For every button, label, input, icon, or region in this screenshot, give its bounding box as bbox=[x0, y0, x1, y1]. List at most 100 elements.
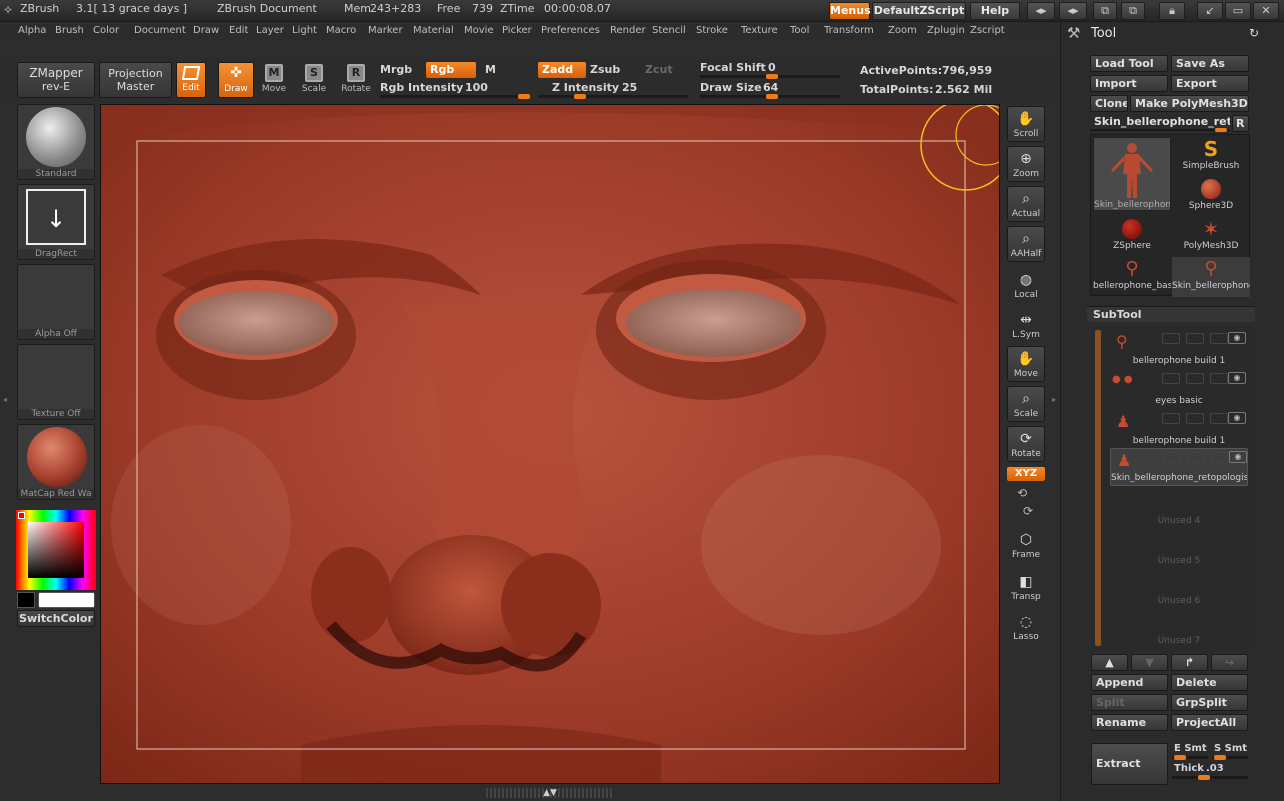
zoom-button[interactable]: ⊕ Zoom bbox=[1007, 146, 1045, 182]
menu-light[interactable]: Light bbox=[292, 25, 317, 36]
load-tool-button[interactable]: Load Tool bbox=[1090, 55, 1168, 72]
dock-left-icon[interactable]: ⧉ bbox=[1093, 2, 1117, 20]
subtool-scrollbar[interactable] bbox=[1095, 330, 1101, 646]
draw-button[interactable]: ✜ Draw bbox=[218, 62, 254, 98]
tray-right-icon[interactable]: ◂▸ bbox=[1059, 2, 1087, 20]
menu-preferences[interactable]: Preferences bbox=[541, 25, 600, 36]
visibility-eye-icon[interactable]: ◉ bbox=[1229, 451, 1247, 463]
menu-macro[interactable]: Macro bbox=[326, 25, 356, 36]
color-saturation-box[interactable] bbox=[28, 522, 84, 578]
menu-document[interactable]: Document bbox=[134, 25, 186, 36]
rgb-intensity-knob[interactable] bbox=[518, 94, 530, 99]
dock-right-icon[interactable]: ⧉ bbox=[1121, 2, 1145, 20]
forward-arrow-icon[interactable]: ↪ bbox=[1211, 654, 1248, 671]
menu-brush[interactable]: Brush bbox=[55, 25, 84, 36]
focal-shift-knob[interactable] bbox=[766, 74, 778, 79]
menu-stencil[interactable]: Stencil bbox=[652, 25, 686, 36]
visibility-eye-icon[interactable]: ◉ bbox=[1228, 332, 1246, 344]
menu-picker[interactable]: Picker bbox=[502, 25, 532, 36]
help-button[interactable]: Help bbox=[970, 2, 1020, 20]
draw-size-knob[interactable] bbox=[766, 94, 778, 99]
menus-button[interactable]: Menus bbox=[829, 2, 871, 20]
m-button[interactable]: M bbox=[485, 63, 496, 76]
s-smt-slider[interactable] bbox=[1212, 755, 1248, 760]
menu-transform[interactable]: Transform bbox=[824, 25, 874, 36]
menu-color[interactable]: Color bbox=[93, 25, 119, 36]
viewport-canvas[interactable] bbox=[100, 104, 1000, 784]
aahalf-button[interactable]: ⌕ AAHalf bbox=[1007, 226, 1045, 262]
z-intensity-knob[interactable] bbox=[574, 94, 586, 99]
texture-thumbnail[interactable]: Texture Off bbox=[17, 344, 95, 420]
zcut-button[interactable]: Zcut bbox=[645, 63, 673, 76]
s-smt-knob[interactable] bbox=[1214, 755, 1226, 760]
right-collapse-handle[interactable]: ▸ bbox=[1052, 395, 1058, 425]
rgb-button[interactable]: Rgb bbox=[426, 62, 476, 78]
lock-icon[interactable]: 🔒︎ bbox=[1159, 2, 1185, 20]
default-zscript-button[interactable]: DefaultZScript bbox=[872, 2, 966, 20]
refresh-icon[interactable]: ↻ bbox=[1249, 26, 1259, 40]
menu-stroke[interactable]: Stroke bbox=[696, 25, 728, 36]
tray-left-icon[interactable]: ◂▸ bbox=[1027, 2, 1055, 20]
actual-button[interactable]: ⌕ Actual bbox=[1007, 186, 1045, 222]
menu-tool[interactable]: Tool bbox=[790, 25, 809, 36]
transp-button[interactable]: ◧ Transp bbox=[1007, 570, 1045, 606]
menu-layer[interactable]: Layer bbox=[256, 25, 284, 36]
scroll-button[interactable]: ✋ Scroll bbox=[1007, 106, 1045, 142]
rotate-button[interactable]: R Rotate bbox=[339, 64, 373, 94]
subtool-row[interactable]: ● ● ◉ eyes basic bbox=[1110, 370, 1248, 408]
menu-zoom[interactable]: Zoom bbox=[888, 25, 917, 36]
append-button[interactable]: Append bbox=[1091, 674, 1168, 691]
zmapper-button[interactable]: ZMapper rev-E bbox=[17, 62, 95, 98]
save-as-button[interactable]: Save As bbox=[1171, 55, 1249, 72]
current-tool-name[interactable]: Skin_bellerophone_reto bbox=[1090, 115, 1230, 131]
secondary-color-swatch[interactable] bbox=[38, 592, 95, 608]
make-polymesh3d-button[interactable]: Make PolyMesh3D bbox=[1130, 95, 1249, 112]
menu-texture[interactable]: Texture bbox=[741, 25, 778, 36]
subtool-row-unused[interactable]: Unused 4 bbox=[1110, 490, 1248, 528]
import-button[interactable]: Import bbox=[1090, 75, 1168, 92]
grpsplit-button[interactable]: GrpSplit bbox=[1171, 694, 1248, 711]
canvas-bottom-handle[interactable]: ▲▼ bbox=[486, 788, 614, 798]
lsym-button[interactable]: ⇹ L.Sym bbox=[1007, 308, 1045, 344]
redo-arrow-icon[interactable]: ↱ bbox=[1171, 654, 1208, 671]
e-smt-slider[interactable] bbox=[1172, 755, 1208, 760]
rgb-intensity-slider[interactable] bbox=[380, 94, 530, 99]
mrgb-button[interactable]: Mrgb bbox=[380, 63, 412, 76]
menu-render[interactable]: Render bbox=[610, 25, 646, 36]
move-button[interactable]: M Move bbox=[259, 64, 289, 94]
material-thumbnail[interactable]: MatCap Red Wa bbox=[17, 424, 95, 500]
subtool-row-unused[interactable]: Unused 7 bbox=[1110, 610, 1248, 648]
draw-size-slider[interactable] bbox=[700, 94, 840, 99]
local-button[interactable]: ◍ Local bbox=[1007, 268, 1045, 304]
rotate-z-icon[interactable]: ⟳ bbox=[1023, 504, 1033, 518]
subtool-row-unused[interactable]: Unused 6 bbox=[1110, 570, 1248, 608]
zsub-button[interactable]: Zsub bbox=[590, 63, 620, 76]
move-down-arrow-icon[interactable]: ▼ bbox=[1131, 654, 1168, 671]
menu-zplugin[interactable]: Zplugin bbox=[927, 25, 965, 36]
tool-zsphere[interactable]: ZSphere bbox=[1093, 217, 1171, 257]
move-up-arrow-icon[interactable]: ▲ bbox=[1091, 654, 1128, 671]
r-button[interactable]: R bbox=[1232, 115, 1249, 132]
menu-alpha[interactable]: Alpha bbox=[18, 25, 46, 36]
tool-skin-bellerophone-selected[interactable]: Skin_bellerophone bbox=[1093, 137, 1171, 211]
split-button[interactable]: Split bbox=[1091, 694, 1168, 711]
rotate-y-icon[interactable]: ⟲ bbox=[1017, 486, 1027, 500]
menu-marker[interactable]: Marker bbox=[368, 25, 403, 36]
s-smt-label[interactable]: S Smt bbox=[1214, 743, 1247, 754]
subtool-row[interactable]: ⚲ ◉ bellerophone build 1 bbox=[1110, 330, 1248, 368]
left-collapse-handle[interactable]: ◂ bbox=[3, 395, 9, 425]
clone-button[interactable]: Clone bbox=[1090, 95, 1128, 112]
tool-polymesh3d[interactable]: ✶ PolyMesh3D bbox=[1172, 217, 1250, 257]
minimize-icon[interactable]: ↙ bbox=[1197, 2, 1223, 20]
color-selector-marker[interactable] bbox=[18, 512, 25, 519]
edit-button[interactable]: Edit bbox=[176, 62, 206, 98]
primary-color-swatch[interactable] bbox=[17, 592, 35, 608]
rename-button[interactable]: Rename bbox=[1091, 714, 1168, 731]
close-icon[interactable]: ✕ bbox=[1253, 2, 1279, 20]
tool-simplebrush[interactable]: S SimpleBrush bbox=[1172, 137, 1250, 177]
subtool-row-unused[interactable]: Unused 5 bbox=[1110, 530, 1248, 568]
menu-material[interactable]: Material bbox=[413, 25, 454, 36]
scale-button[interactable]: S Scale bbox=[299, 64, 329, 94]
export-button[interactable]: Export bbox=[1171, 75, 1249, 92]
menu-movie[interactable]: Movie bbox=[464, 25, 494, 36]
